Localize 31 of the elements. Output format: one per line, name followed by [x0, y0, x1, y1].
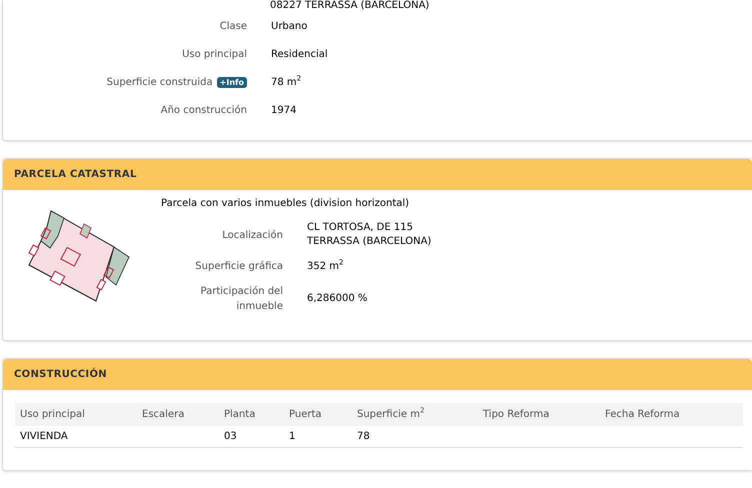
field-label: Localización — [221, 228, 283, 242]
column-header: Planta — [219, 403, 284, 426]
field-value: Urbano — [271, 20, 308, 32]
field-value: Residencial — [271, 48, 328, 60]
section-header: CONSTRUCCIÓN — [3, 359, 752, 390]
column-header: Uso principal — [15, 403, 137, 426]
field-label: Año construcción — [160, 104, 247, 116]
field-value: TERRASSA (BARCELONA) — [307, 235, 432, 249]
field-value: 78 m$^{2}$ — [271, 76, 302, 88]
column-header: Tipo Reforma — [478, 403, 600, 426]
field-value: 352 m$^{2}$ — [307, 260, 344, 274]
field-value: 1974 — [271, 104, 296, 116]
table-cell: 78 — [352, 426, 478, 448]
address-value: 08227 TERRASSA (BARCELONA) — [270, 0, 430, 11]
field-label: Clase — [220, 20, 247, 32]
field-label: Participación del inmueble — [200, 285, 283, 314]
field-label: Superficie gráfica — [194, 260, 283, 274]
table-cell: VIVIENDA — [15, 426, 137, 448]
parcel-description: Parcela con varios inmuebles (division horizontal) — [161, 198, 410, 209]
field-label: Superficie construida — [106, 76, 213, 88]
info-link[interactable]: +Info — [216, 76, 247, 88]
field-label: Uso principal — [182, 48, 247, 60]
column-header: Superficie m$^{2}$ — [352, 403, 478, 426]
column-header: Fecha Reforma — [600, 403, 743, 426]
table-cell: 03 — [219, 426, 284, 448]
section-header: PARCELA CATASTRAL — [3, 159, 752, 190]
column-header: Escalera — [137, 403, 219, 426]
table-cell: 1 — [284, 426, 352, 448]
field-value: CL TORTOSA, DE 115 — [307, 221, 414, 235]
column-header: Puerta — [284, 403, 352, 426]
field-value: 6,286000 % — [307, 292, 368, 306]
